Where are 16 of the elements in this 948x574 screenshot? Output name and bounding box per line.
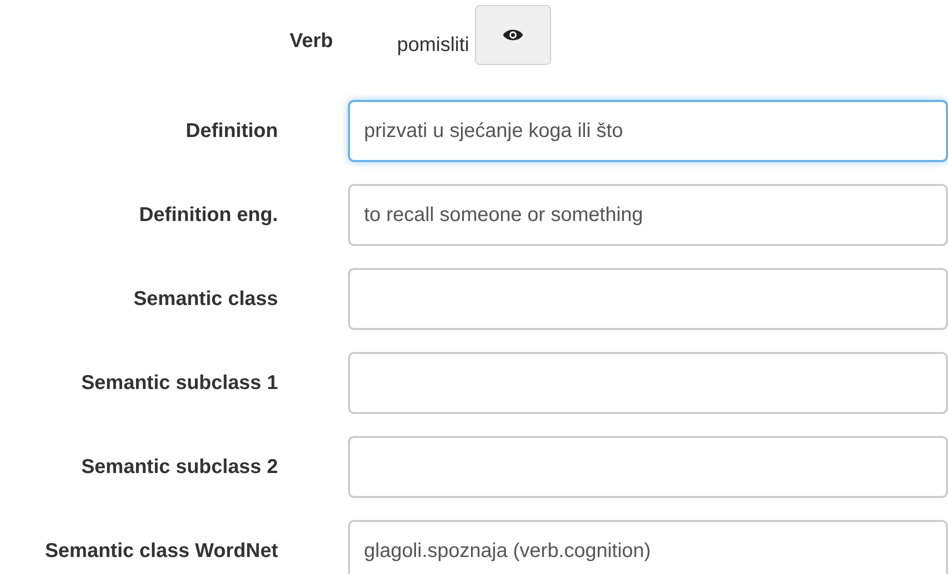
verb-value: pomisliti [397, 33, 470, 58]
field-label: Semantic class WordNet [44, 540, 278, 562]
field-label: Semantic class [133, 288, 278, 310]
text-field[interactable]: to recall someone or something [348, 184, 948, 246]
text-field[interactable] [348, 436, 948, 498]
text-field[interactable]: prizvati u sjećanje koga ili što [348, 100, 948, 162]
field-label: Definition [186, 120, 278, 142]
field-label: Definition eng. [139, 204, 278, 226]
field-label: Semantic subclass 1 [81, 372, 278, 394]
text-field[interactable] [348, 268, 948, 330]
show-button[interactable] [475, 5, 552, 65]
field-label: Semantic subclass 2 [81, 456, 278, 478]
text-field[interactable] [348, 352, 948, 414]
field-label: Verb [290, 30, 333, 52]
text-field[interactable]: glagoli.spoznaja (verb.cognition) [348, 520, 948, 574]
eye-icon [502, 28, 524, 42]
